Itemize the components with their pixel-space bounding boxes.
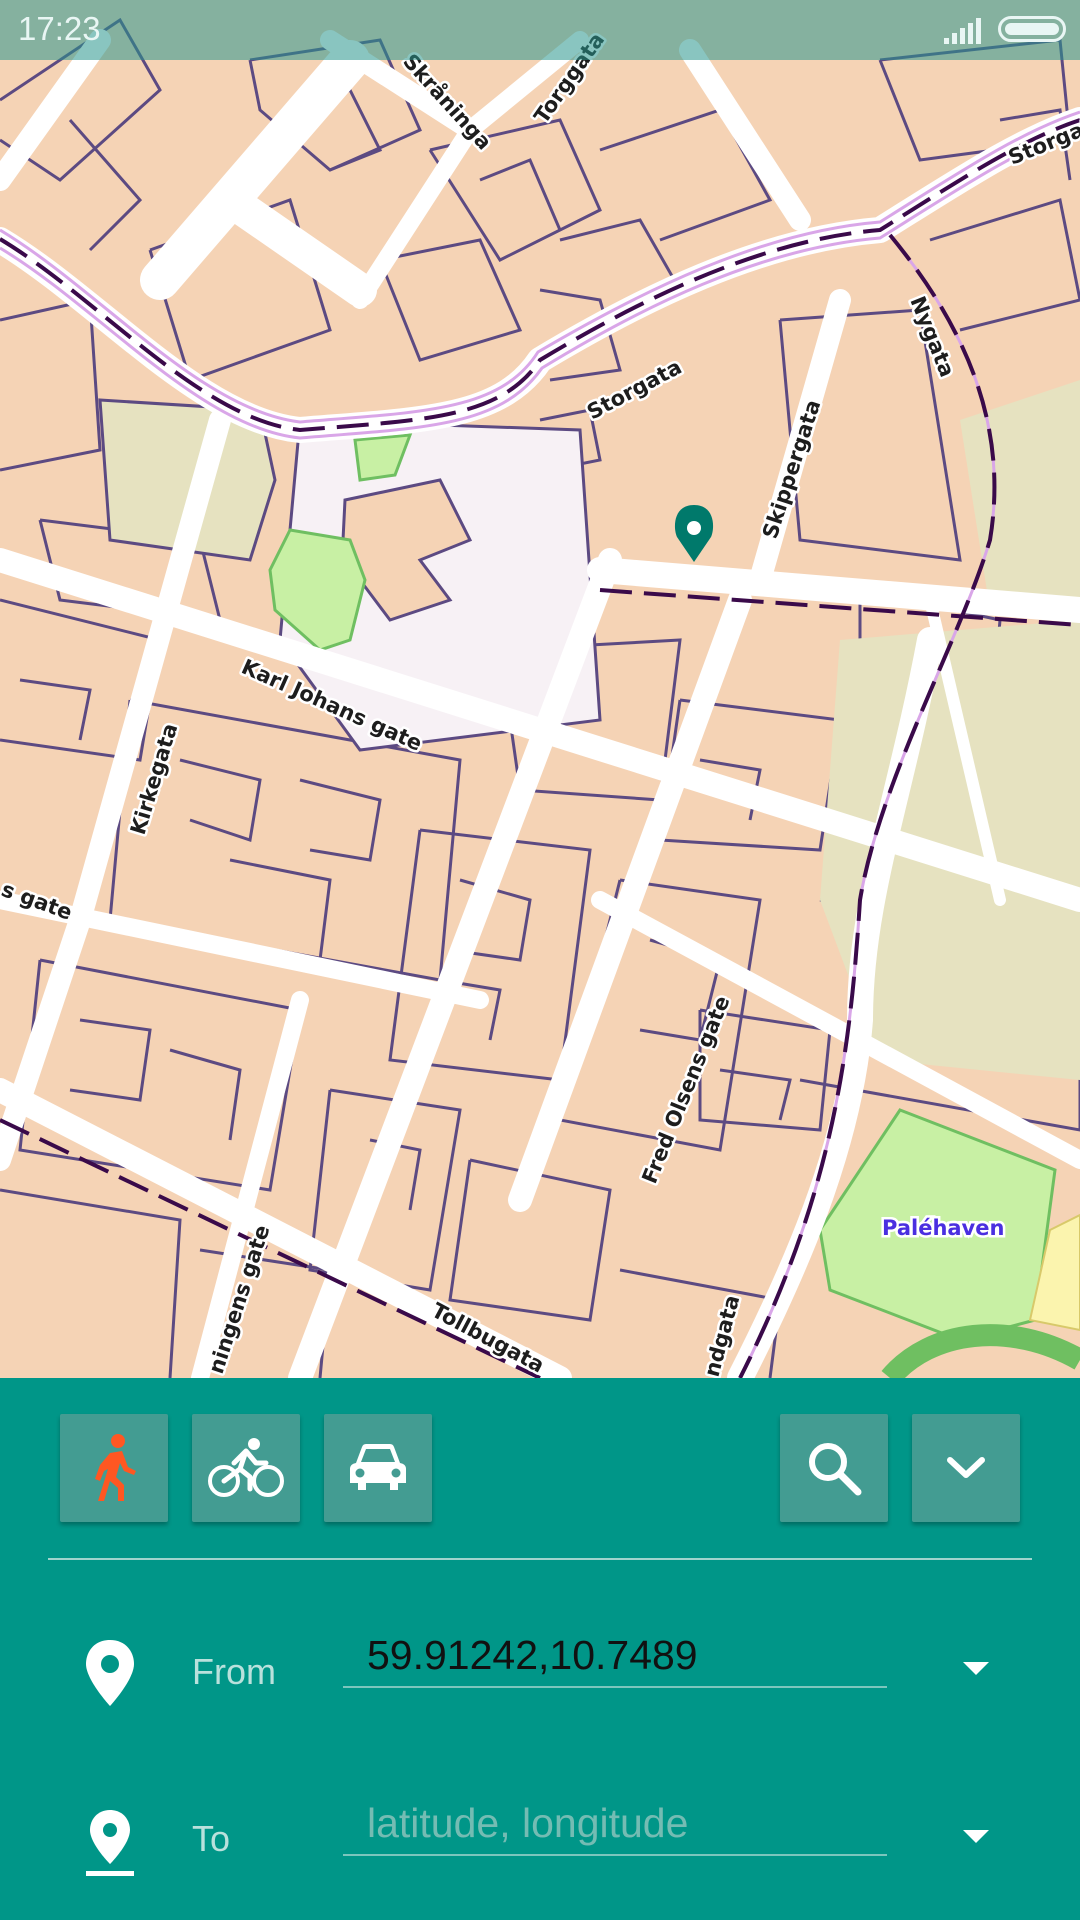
label-palehaven: Paléhaven: [882, 1216, 1004, 1240]
walk-icon: [95, 1434, 136, 1501]
from-dropdown-arrow[interactable]: [963, 1662, 989, 1675]
car-mode-button[interactable]: [324, 1414, 432, 1522]
location-pin-underlined-icon: [86, 1810, 134, 1876]
bike-mode-button[interactable]: [192, 1414, 300, 1522]
to-input[interactable]: [343, 1792, 887, 1856]
collapse-button[interactable]: [912, 1414, 1020, 1522]
status-bar: 17:23: [0, 0, 1080, 60]
from-input[interactable]: [343, 1624, 887, 1688]
from-label: From: [192, 1651, 276, 1692]
battery-icon: [998, 16, 1066, 42]
to-label: To: [192, 1818, 231, 1859]
location-pin-icon: [86, 1640, 134, 1706]
panel-divider: [48, 1558, 1032, 1560]
route-panel: From To: [0, 1378, 1080, 1920]
signal-icon: [944, 18, 981, 44]
car-icon: [350, 1444, 406, 1490]
to-dropdown-arrow[interactable]: [963, 1830, 989, 1843]
search-button[interactable]: [780, 1414, 888, 1522]
chevron-down-icon: [947, 1457, 985, 1478]
map-view[interactable]: Skråninga Torggata Storgata Storgata Nyg…: [0, 0, 1080, 1378]
search-icon: [809, 1443, 862, 1496]
status-time: 17:23: [18, 10, 101, 47]
bike-icon: [208, 1438, 284, 1497]
walk-mode-button[interactable]: [60, 1414, 168, 1522]
map-canvas: Skråninga Torggata Storgata Storgata Nyg…: [0, 0, 1080, 1378]
